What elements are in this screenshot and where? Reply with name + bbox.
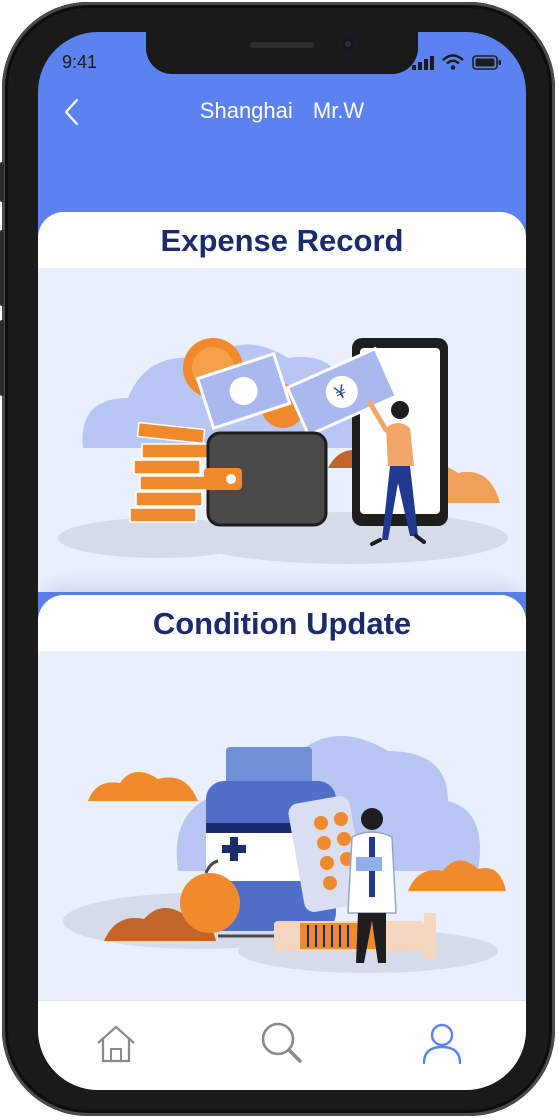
- status-time: 9:41: [62, 52, 98, 72]
- volume-up-button: [0, 230, 4, 306]
- expense-record-card[interactable]: Expense Record ¥: [38, 212, 526, 592]
- app-header: Shanghai Mr.W: [38, 90, 526, 134]
- battery-icon: [472, 55, 501, 70]
- condition-update-title: Condition Update: [38, 595, 526, 651]
- front-camera: [342, 38, 354, 50]
- search-icon: [261, 1022, 302, 1063]
- wifi-icon: [442, 54, 464, 70]
- notch: [146, 32, 418, 74]
- header-title: Shanghai Mr.W: [199, 98, 365, 123]
- doctor-medicine-illustration: [63, 736, 506, 973]
- wallet-money-phone-illustration: ¥: [58, 338, 508, 564]
- expense-record-title: Expense Record: [38, 212, 526, 268]
- volume-down-button: [0, 320, 4, 396]
- speaker: [250, 42, 314, 48]
- status-icons: [412, 54, 502, 70]
- phone-frame: 9:41 Shanghai Mr.W Expense Record ¥ Cond…: [0, 2, 555, 1116]
- tab-home[interactable]: [92, 1019, 140, 1067]
- app-screen: 9:41 Shanghai Mr.W Expense Record ¥ Cond…: [38, 32, 526, 1090]
- bottom-tab-bar: [38, 1000, 526, 1090]
- tab-profile[interactable]: [418, 1019, 466, 1067]
- tab-search[interactable]: [258, 1019, 306, 1067]
- mute-switch: [0, 162, 4, 202]
- home-icon: [97, 1025, 135, 1063]
- profile-icon: [422, 1023, 462, 1065]
- condition-update-card[interactable]: Condition Update: [38, 595, 526, 1005]
